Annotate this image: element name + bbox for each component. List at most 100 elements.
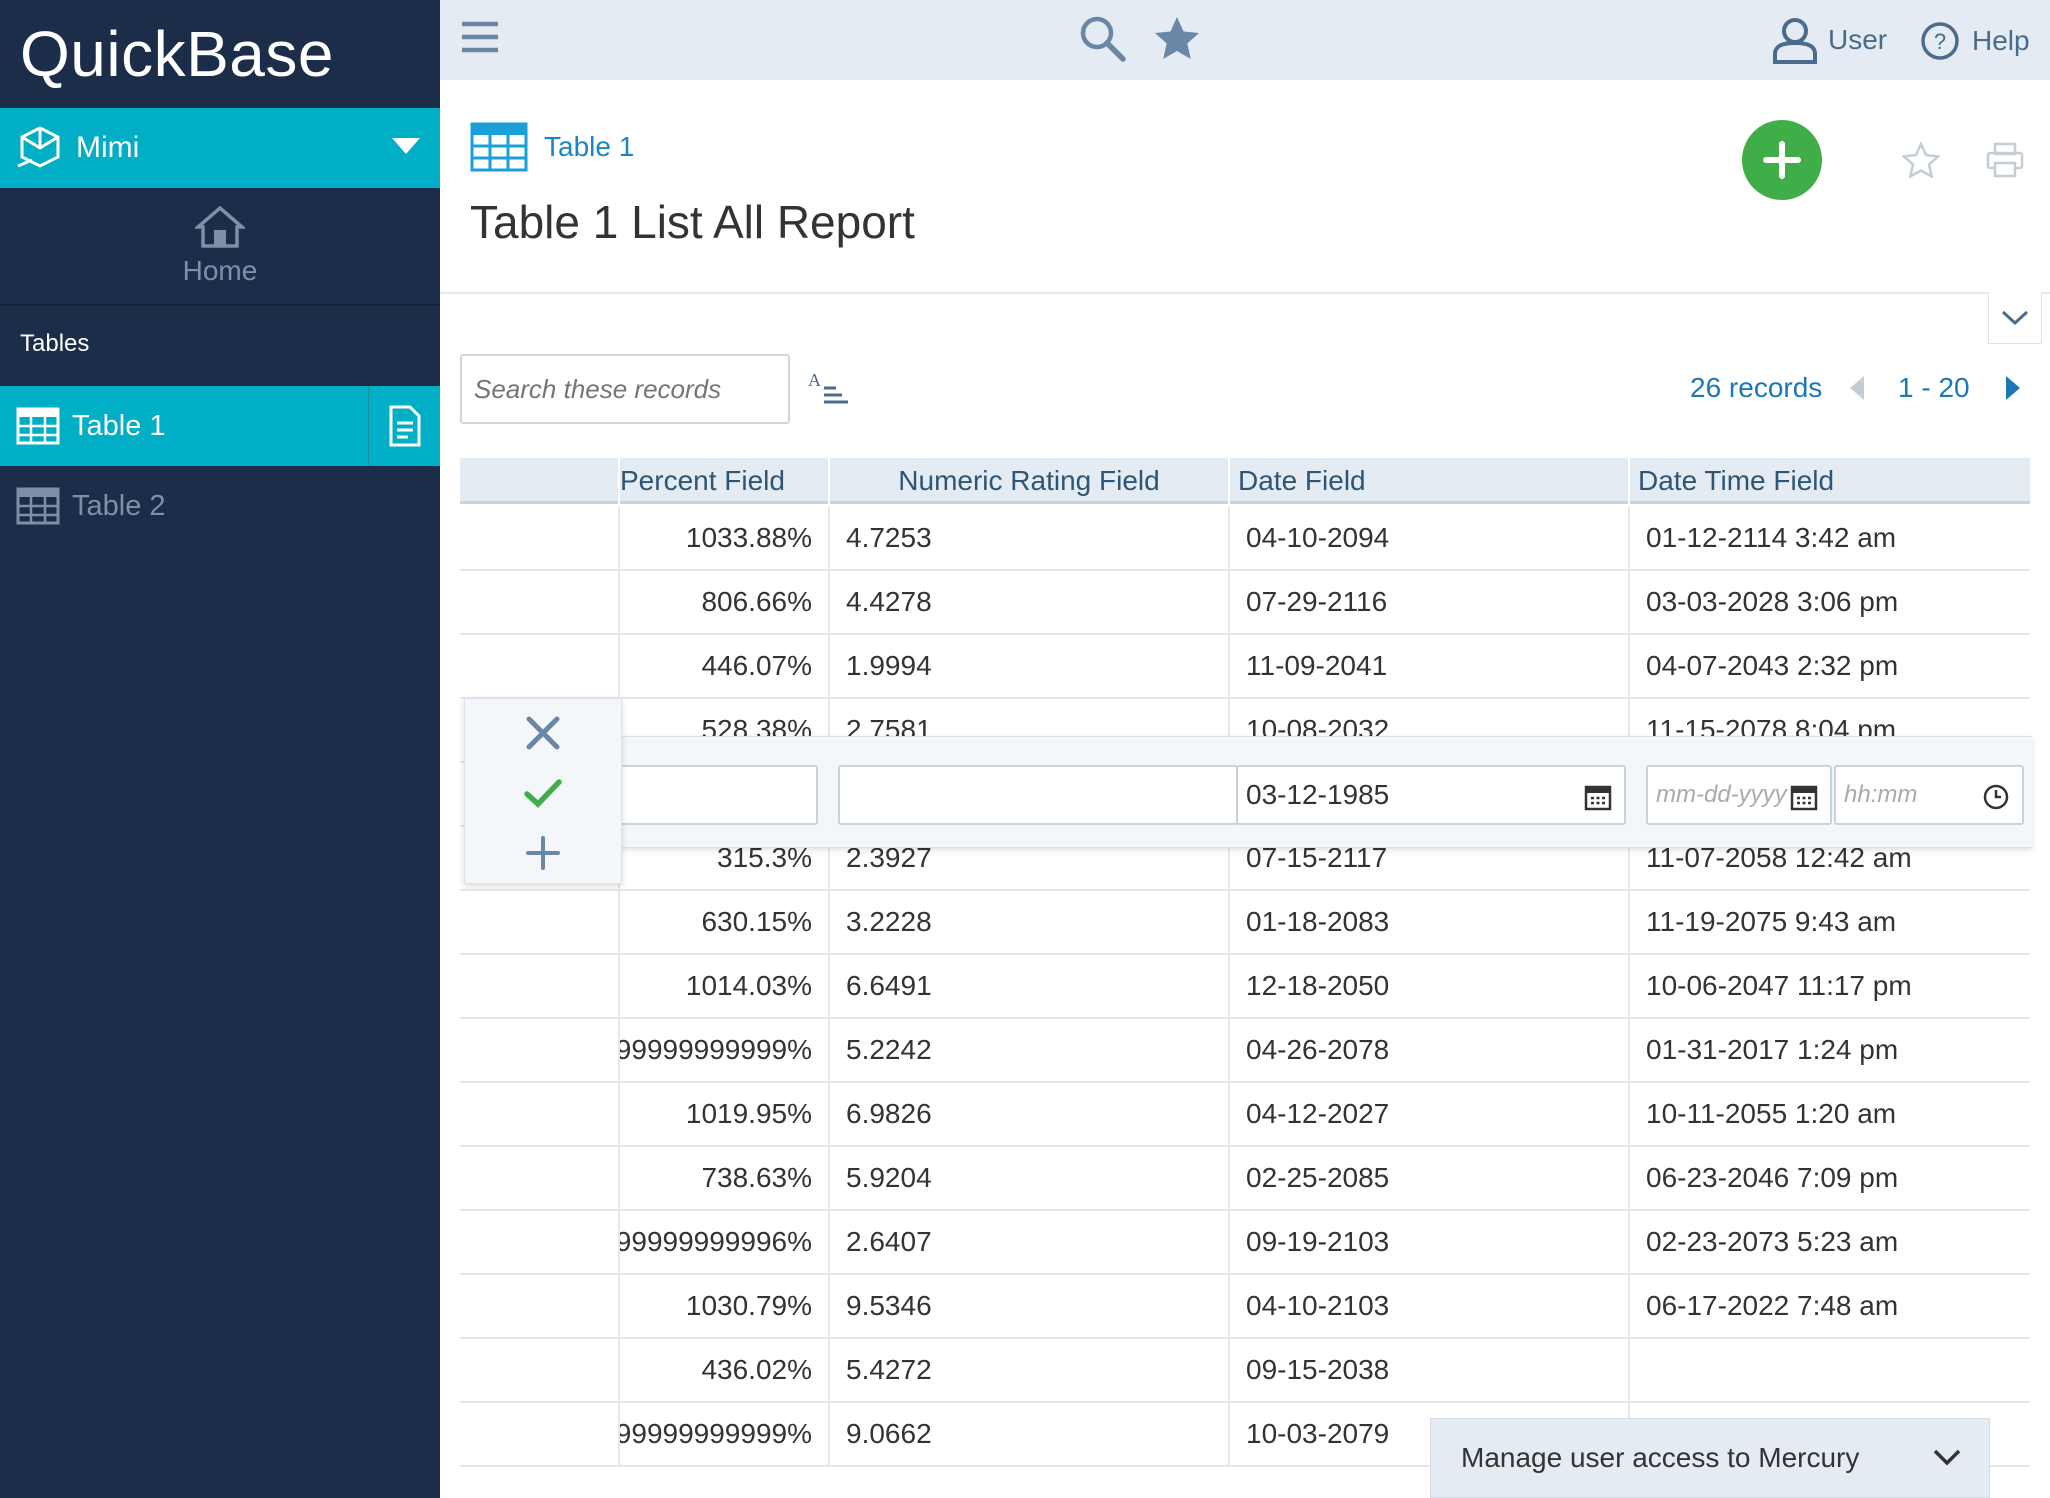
datetime-time-edit-field[interactable]: hh:mm bbox=[1834, 765, 2024, 825]
cancel-edit-icon[interactable] bbox=[523, 713, 563, 753]
column-header-date[interactable]: Date Field bbox=[1228, 458, 1628, 504]
percent-cell: 1030.79% bbox=[618, 1275, 828, 1337]
date-time-cell: 06-17-2022 7:48 am bbox=[1628, 1275, 2030, 1337]
report-list-button[interactable] bbox=[368, 386, 440, 466]
table-row[interactable]: 630.15% 3.2228 01-18-2083 11-19-2075 9:43 a… bbox=[460, 891, 2030, 955]
numeric-rating-cell: 2.6407 bbox=[828, 1211, 1228, 1273]
date-cell: 07-29-2116 bbox=[1228, 571, 1628, 633]
percent-cell: 99999999999% bbox=[618, 1019, 828, 1081]
search-icon[interactable] bbox=[1078, 14, 1126, 62]
table-row[interactable]: 738.63% 5.9204 02-25-2085 06-23-2046 7:09 p… bbox=[460, 1147, 2030, 1211]
record-count: 26 records bbox=[1690, 372, 1823, 403]
page-range: 1 - 20 bbox=[1898, 372, 1970, 403]
prev-page-icon[interactable] bbox=[1848, 374, 1866, 402]
column-header-percent[interactable]: Percent Field bbox=[618, 458, 828, 504]
row-select-cell bbox=[460, 1083, 618, 1145]
date-time-cell: 02-23-2073 5:23 am bbox=[1628, 1211, 2030, 1273]
percent-edit-field[interactable] bbox=[618, 765, 818, 825]
column-header-date-time[interactable]: Date Time Field bbox=[1628, 458, 2030, 504]
breadcrumb-label: Table 1 bbox=[544, 131, 635, 162]
sidebar: QuickBase Mimi Home Tables Table 1 Table… bbox=[0, 0, 440, 1498]
row-select-cell bbox=[460, 1211, 618, 1273]
numeric-rating-cell: 6.9826 bbox=[828, 1083, 1228, 1145]
collapse-header-button[interactable] bbox=[1988, 292, 2042, 344]
header-divider bbox=[440, 292, 2050, 294]
table-row[interactable]: 1033.88% 4.7253 04-10-2094 01-12-2114 3:42 … bbox=[460, 507, 2030, 571]
clock-icon[interactable] bbox=[1982, 783, 2010, 811]
date-edit-value: 03-12-1985 bbox=[1246, 779, 1390, 810]
numeric-rating-edit-field[interactable] bbox=[838, 765, 1238, 825]
sidebar-item-home[interactable]: Home bbox=[0, 188, 440, 306]
calendar-icon[interactable] bbox=[1584, 783, 1612, 811]
star-outline-icon[interactable] bbox=[1902, 142, 1940, 178]
numeric-rating-cell: 3.2228 bbox=[828, 891, 1228, 953]
numeric-rating-cell: 6.6491 bbox=[828, 955, 1228, 1017]
row-select-cell bbox=[460, 891, 618, 953]
table-row[interactable]: 446.07% 1.9994 11-09-2041 04-07-2043 2:32 p… bbox=[460, 635, 2030, 699]
percent-cell: 446.07% bbox=[618, 635, 828, 697]
brand-logo[interactable]: QuickBase bbox=[0, 0, 440, 108]
row-select-cell bbox=[460, 1019, 618, 1081]
numeric-rating-cell: 5.4272 bbox=[828, 1339, 1228, 1401]
save-edit-icon[interactable] bbox=[523, 773, 563, 813]
notification-banner[interactable]: Manage user access to Mercury bbox=[1430, 1418, 1990, 1498]
date-time-cell: 04-07-2043 2:32 pm bbox=[1628, 635, 2030, 697]
table-row[interactable]: 436.02% 5.4272 09-15-2038 bbox=[460, 1339, 2030, 1403]
numeric-rating-cell: 5.2242 bbox=[828, 1019, 1228, 1081]
search-input[interactable] bbox=[460, 354, 790, 424]
user-menu[interactable]: User bbox=[1772, 16, 1887, 64]
user-label: User bbox=[1828, 24, 1888, 55]
hamburger-menu-icon[interactable] bbox=[462, 20, 498, 54]
date-cell: 02-25-2085 bbox=[1228, 1147, 1628, 1209]
date-time-cell bbox=[1628, 1339, 2030, 1401]
row-select-cell bbox=[460, 635, 618, 697]
row-select-cell bbox=[460, 1339, 618, 1401]
table-row[interactable]: 1030.79% 9.5346 04-10-2103 06-17-2022 7:48 … bbox=[460, 1275, 2030, 1339]
percent-cell: 1014.03% bbox=[618, 955, 828, 1017]
chevron-down-icon bbox=[392, 138, 420, 154]
next-page-icon[interactable] bbox=[2004, 374, 2022, 402]
date-cell: 04-10-2094 bbox=[1228, 507, 1628, 569]
table-row[interactable]: 1014.03% 6.6491 12-18-2050 10-06-2047 11:17… bbox=[460, 955, 2030, 1019]
numeric-rating-cell: 1.9994 bbox=[828, 635, 1228, 697]
sidebar-item-table-2[interactable]: Table 2 bbox=[0, 466, 440, 546]
row-select-cell bbox=[460, 955, 618, 1017]
date-cell: 11-09-2041 bbox=[1228, 635, 1628, 697]
add-record-button[interactable] bbox=[1742, 120, 1822, 200]
date-time-cell: 01-31-2017 1:24 pm bbox=[1628, 1019, 2030, 1081]
table-row[interactable]: 806.66% 4.4278 07-29-2116 03-03-2028 3:06 p… bbox=[460, 571, 2030, 635]
datetime-date-edit-field[interactable]: mm-dd-yyyy bbox=[1646, 765, 1832, 825]
date-time-cell: 10-06-2047 11:17 pm bbox=[1628, 955, 2030, 1017]
date-cell: 04-26-2078 bbox=[1228, 1019, 1628, 1081]
favorites-star-icon[interactable] bbox=[1154, 16, 1200, 60]
row-select-cell bbox=[460, 1275, 618, 1337]
date-time-cell: 03-03-2028 3:06 pm bbox=[1628, 571, 2030, 633]
date-cell: 04-12-2027 bbox=[1228, 1083, 1628, 1145]
print-icon[interactable] bbox=[1986, 142, 2024, 178]
percent-cell: 738.63% bbox=[618, 1147, 828, 1209]
document-icon bbox=[389, 405, 420, 447]
help-menu[interactable]: ? Help bbox=[1920, 18, 2030, 64]
chevron-down-icon[interactable] bbox=[1933, 1449, 1961, 1467]
sidebar-item-table-1[interactable]: Table 1 bbox=[0, 386, 440, 466]
table-row[interactable]: 1019.95% 6.9826 04-12-2027 10-11-2055 1:20 … bbox=[460, 1083, 2030, 1147]
table-row[interactable]: 99999999999% 5.2242 04-26-2078 01-31-2017 1… bbox=[460, 1019, 2030, 1083]
date-cell: 04-10-2103 bbox=[1228, 1275, 1628, 1337]
chevron-down-icon bbox=[2001, 310, 2029, 325]
numeric-rating-cell: 9.0662 bbox=[828, 1403, 1228, 1465]
sort-icon[interactable]: A bbox=[806, 368, 850, 406]
date-cell: 09-19-2103 bbox=[1228, 1211, 1628, 1273]
help-icon: ? bbox=[1921, 22, 1959, 60]
table-row[interactable]: 99999999996% 2.6407 09-19-2103 02-23-2073 5… bbox=[460, 1211, 2030, 1275]
user-icon bbox=[1773, 18, 1817, 64]
app-switcher[interactable]: Mimi bbox=[0, 108, 440, 188]
row-select-cell bbox=[460, 1403, 618, 1465]
breadcrumb[interactable]: Table 1 bbox=[470, 122, 634, 172]
add-row-icon[interactable] bbox=[523, 833, 563, 873]
percent-cell: 99999999999% bbox=[618, 1403, 828, 1465]
calendar-icon[interactable] bbox=[1790, 783, 1818, 811]
date-edit-field[interactable]: 03-12-1985 bbox=[1236, 765, 1626, 825]
page-title: Table 1 List All Report bbox=[470, 196, 915, 248]
column-header-numeric-rating[interactable]: Numeric Rating Field bbox=[828, 458, 1228, 504]
sidebar-item-label: Table 2 bbox=[72, 489, 166, 522]
